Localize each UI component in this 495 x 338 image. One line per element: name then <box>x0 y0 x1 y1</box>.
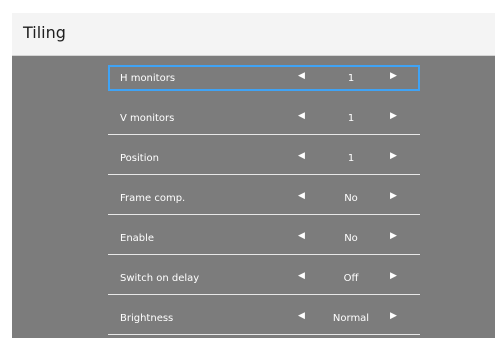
triangle-left-icon[interactable]: ◀ <box>298 70 305 83</box>
menu-row-frame-comp[interactable]: Frame comp. ◀ No ▶ <box>108 185 420 215</box>
menu-row-label: V monitors <box>120 113 175 124</box>
row-divider <box>108 254 420 255</box>
row-divider <box>108 174 420 175</box>
menu-row-position[interactable]: Position ◀ 1 ▶ <box>108 145 420 175</box>
triangle-left-icon[interactable]: ◀ <box>298 310 305 323</box>
tiling-osd-window: Tiling H monitors ◀ 1 ▶ V monitors ◀ 1 ▶… <box>12 13 495 338</box>
menu-row-brightness[interactable]: Brightness ◀ Normal ▶ <box>108 305 420 335</box>
menu-row-value: Off <box>343 273 359 284</box>
triangle-right-icon[interactable]: ▶ <box>390 230 397 243</box>
triangle-right-icon[interactable]: ▶ <box>390 70 397 83</box>
menu-row-value: 1 <box>347 153 355 164</box>
triangle-right-icon[interactable]: ▶ <box>390 110 397 123</box>
triangle-right-icon[interactable]: ▶ <box>390 270 397 283</box>
menu-row-enable[interactable]: Enable ◀ No ▶ <box>108 225 420 255</box>
menu-row-value: 1 <box>347 113 355 124</box>
menu-row-value: No <box>344 233 358 244</box>
triangle-left-icon[interactable]: ◀ <box>298 150 305 163</box>
window-title: Tiling <box>23 23 66 42</box>
menu-row-value: 1 <box>347 73 355 84</box>
row-divider <box>108 134 420 135</box>
window-header: Tiling <box>12 13 495 56</box>
menu-row-value: No <box>344 193 358 204</box>
triangle-right-icon[interactable]: ▶ <box>390 190 397 203</box>
row-divider <box>108 294 420 295</box>
triangle-left-icon[interactable]: ◀ <box>298 230 305 243</box>
menu-row-label: Frame comp. <box>120 193 186 204</box>
triangle-left-icon[interactable]: ◀ <box>298 110 305 123</box>
row-divider <box>108 214 420 215</box>
menu-row-h-monitors[interactable]: H monitors ◀ 1 ▶ <box>108 65 420 91</box>
triangle-left-icon[interactable]: ◀ <box>298 190 305 203</box>
menu-row-v-monitors[interactable]: V monitors ◀ 1 ▶ <box>108 105 420 135</box>
menu-row-label: Enable <box>120 233 155 244</box>
menu-row-value: Normal <box>332 313 370 324</box>
menu-row-label: H monitors <box>120 73 176 84</box>
triangle-right-icon[interactable]: ▶ <box>390 310 397 323</box>
triangle-left-icon[interactable]: ◀ <box>298 270 305 283</box>
triangle-right-icon[interactable]: ▶ <box>390 150 397 163</box>
row-divider <box>108 334 420 335</box>
menu-row-label: Position <box>120 153 159 164</box>
menu-row-label: Switch on delay <box>120 273 200 284</box>
menu-row-switch-on-delay[interactable]: Switch on delay ◀ Off ▶ <box>108 265 420 295</box>
menu-row-label: Brightness <box>120 313 174 324</box>
